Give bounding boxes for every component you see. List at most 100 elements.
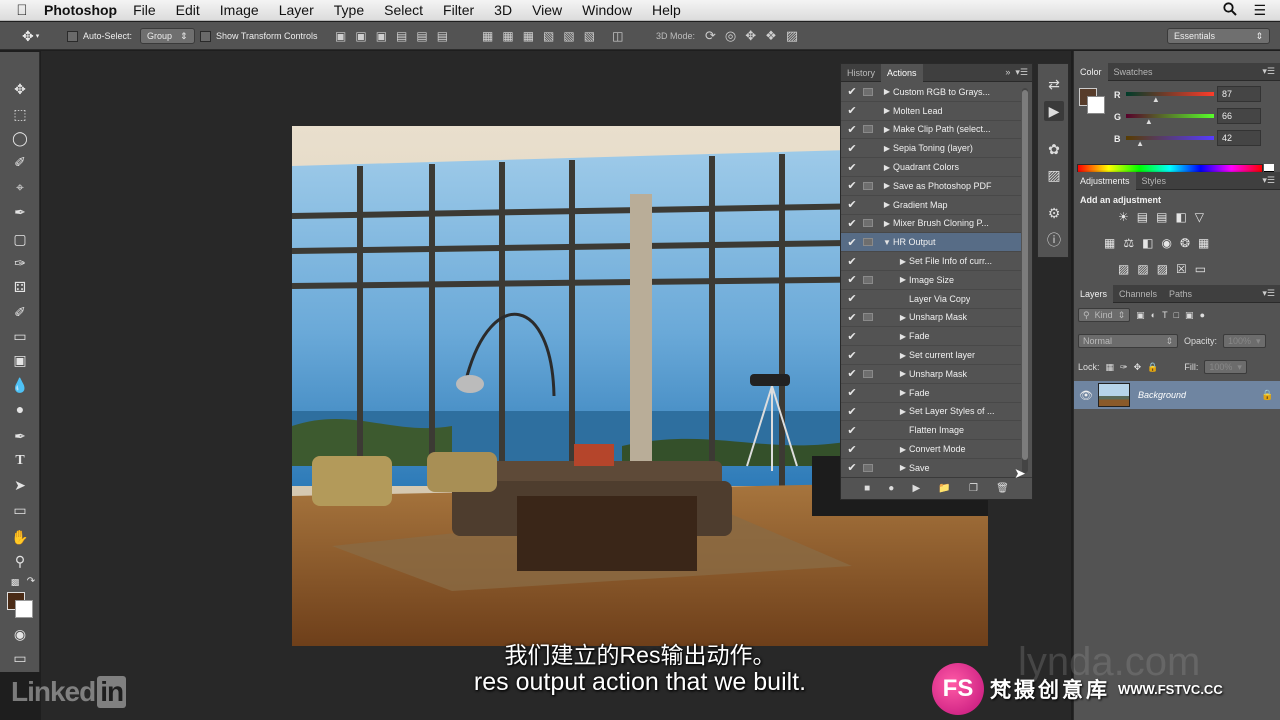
distribute-bottom-icon[interactable]: ▦	[523, 29, 534, 43]
hue-saturation-icon[interactable]: ▦	[1104, 236, 1115, 250]
action-row[interactable]: ✔ ▶ Save as Photoshop PDF	[841, 177, 1021, 196]
eraser-tool-icon[interactable]: ▭	[9, 326, 31, 346]
history-panel-icon[interactable]: ⇄	[1044, 74, 1064, 94]
threshold-icon[interactable]: ▨	[1157, 262, 1168, 276]
dialog-toggle-icon[interactable]	[863, 144, 873, 152]
path-select-tool-icon[interactable]: ➤	[9, 475, 31, 495]
dialog-toggle-icon[interactable]	[863, 107, 873, 115]
3d-scale-icon[interactable]: ▨	[786, 28, 798, 44]
action-row[interactable]: ✔ ▶ Quadrant Colors	[841, 158, 1021, 177]
panel-menu-icon[interactable]: ▾☰	[1262, 288, 1275, 299]
stop-recording-icon[interactable]: ■	[864, 483, 870, 494]
channel-mixer-icon[interactable]: ❂	[1180, 236, 1190, 250]
menu-image[interactable]: Image	[220, 2, 259, 18]
lock-position-icon[interactable]: ✥	[1134, 362, 1142, 373]
record-icon[interactable]: ●	[888, 483, 894, 494]
menu-view[interactable]: View	[532, 2, 562, 18]
action-row[interactable]: ✔ ▶ Custom RGB to Grays...	[841, 83, 1021, 102]
gradient-tool-icon[interactable]: ▣	[9, 350, 31, 370]
expand-right-icon[interactable]: ▶	[897, 351, 909, 360]
zoom-tool-icon[interactable]: ⚲	[9, 551, 31, 571]
tab-history[interactable]: History	[841, 64, 881, 82]
dialog-toggle-icon[interactable]	[863, 295, 873, 303]
action-row[interactable]: ✔ ▶ Fade	[841, 384, 1021, 403]
lock-image-icon[interactable]: ✑	[1120, 362, 1128, 373]
menu-help[interactable]: Help	[652, 2, 681, 18]
action-toggle-check-icon[interactable]: ✔	[841, 123, 863, 136]
dialog-toggle-icon[interactable]	[863, 201, 873, 209]
distribute-vcenter-icon[interactable]: ▦	[502, 29, 513, 43]
brush-presets-icon[interactable]: ✿	[1044, 139, 1064, 159]
expand-right-icon[interactable]: ▶	[897, 313, 909, 322]
play-selection-icon[interactable]: ▶	[913, 483, 921, 494]
dialog-toggle-icon[interactable]	[863, 445, 873, 453]
move-tool-icon[interactable]: ✥	[9, 79, 31, 99]
blend-mode-dropdown[interactable]: Normal ⇕	[1078, 334, 1178, 348]
dialog-toggle-icon[interactable]	[863, 275, 873, 284]
blue-slider-knob[interactable]: ▲	[1136, 139, 1144, 148]
dialog-toggle-icon[interactable]	[863, 313, 873, 322]
filter-type-icon[interactable]: T	[1162, 310, 1168, 320]
levels-icon[interactable]: ▤	[1137, 210, 1148, 224]
panel-menu-icon[interactable]: ▾☰	[1262, 66, 1275, 77]
vibrance-icon[interactable]: ▽	[1195, 210, 1204, 224]
align-hcenter-icon[interactable]: ▤	[416, 29, 427, 43]
filter-smart-object-icon[interactable]: ▣	[1185, 310, 1194, 321]
action-row[interactable]: ✔ ▶ Image Size	[841, 271, 1021, 290]
pen-tool-icon[interactable]: ✒	[9, 426, 31, 446]
action-toggle-check-icon[interactable]: ✔	[841, 311, 863, 324]
dialog-toggle-icon[interactable]	[863, 389, 873, 397]
dialog-toggle-icon[interactable]	[863, 257, 873, 265]
dialog-toggle-icon[interactable]	[863, 219, 873, 228]
rectangle-tool-icon[interactable]: ▭	[9, 500, 31, 520]
distribute-hcenter-icon[interactable]: ▧	[563, 29, 574, 43]
dialog-toggle-icon[interactable]	[863, 463, 873, 472]
menu-edit[interactable]: Edit	[176, 2, 200, 18]
expand-right-icon[interactable]: ▶	[897, 332, 909, 341]
lock-all-icon[interactable]: 🔒	[1147, 362, 1158, 373]
action-toggle-check-icon[interactable]: ✔	[841, 236, 863, 249]
dialog-toggle-icon[interactable]	[863, 332, 873, 340]
action-toggle-check-icon[interactable]: ✔	[841, 292, 863, 305]
swap-colors-icon[interactable]: ↷	[20, 572, 42, 592]
clone-source-icon[interactable]: ▨	[1044, 165, 1064, 185]
align-bottom-icon[interactable]: ▣	[376, 29, 387, 43]
photo-filter-icon[interactable]: ◉	[1161, 236, 1171, 250]
clone-stamp-tool-icon[interactable]: ⚃	[9, 277, 31, 297]
distribute-right-icon[interactable]: ▧	[584, 29, 595, 43]
distribute-top-icon[interactable]: ▦	[482, 29, 493, 43]
quick-select-tool-icon[interactable]: ✐	[9, 152, 31, 172]
action-toggle-check-icon[interactable]: ✔	[841, 424, 863, 437]
hand-tool-icon[interactable]: ✋	[9, 527, 31, 547]
healing-brush-tool-icon[interactable]: ▢	[9, 229, 31, 249]
posterize-icon[interactable]: ▨	[1137, 262, 1148, 276]
action-row[interactable]: ✔ ▼ HR Output	[841, 233, 1021, 253]
delete-trash-icon[interactable]: 🗑	[996, 483, 1009, 494]
panel-menu-icon[interactable]: ▾☰	[1262, 175, 1275, 186]
invert-icon[interactable]: ▨	[1118, 262, 1129, 276]
expand-right-icon[interactable]: ▶	[881, 144, 893, 153]
action-row[interactable]: ✔ ▶ Sepia Toning (layer)	[841, 139, 1021, 159]
action-row[interactable]: ✔ ▶ Molten Lead	[841, 102, 1021, 121]
expand-right-icon[interactable]: ▶	[881, 125, 893, 134]
expand-down-icon[interactable]: ▼	[881, 238, 893, 247]
dialog-toggle-icon[interactable]	[863, 125, 873, 134]
expand-right-icon[interactable]: ▶	[897, 445, 909, 454]
action-row[interactable]: ✔ ▶ Make Clip Path (select...	[841, 121, 1021, 140]
new-set-folder-icon[interactable]: 📁	[938, 483, 950, 494]
color-bg-swatch[interactable]	[1087, 96, 1105, 114]
menu-select[interactable]: Select	[384, 2, 423, 18]
layer-name[interactable]: Background	[1138, 390, 1261, 400]
black-white-icon[interactable]: ◧	[1142, 236, 1153, 250]
action-toggle-check-icon[interactable]: ✔	[841, 255, 863, 268]
action-row[interactable]: ✔ Flatten Image	[841, 421, 1021, 441]
expand-right-icon[interactable]: ▶	[881, 106, 893, 115]
dodge-tool-icon[interactable]: ●	[9, 399, 31, 419]
filter-toggle-icon[interactable]: ●	[1200, 310, 1205, 320]
action-toggle-check-icon[interactable]: ✔	[841, 367, 863, 380]
layer-row-background[interactable]: 👁 Background 🔒	[1074, 381, 1280, 409]
align-top-icon[interactable]: ▣	[335, 29, 346, 43]
opacity-field[interactable]: 100% ▾	[1223, 334, 1266, 348]
menu-filter[interactable]: Filter	[443, 2, 474, 18]
distribute-left-icon[interactable]: ▧	[543, 29, 554, 43]
